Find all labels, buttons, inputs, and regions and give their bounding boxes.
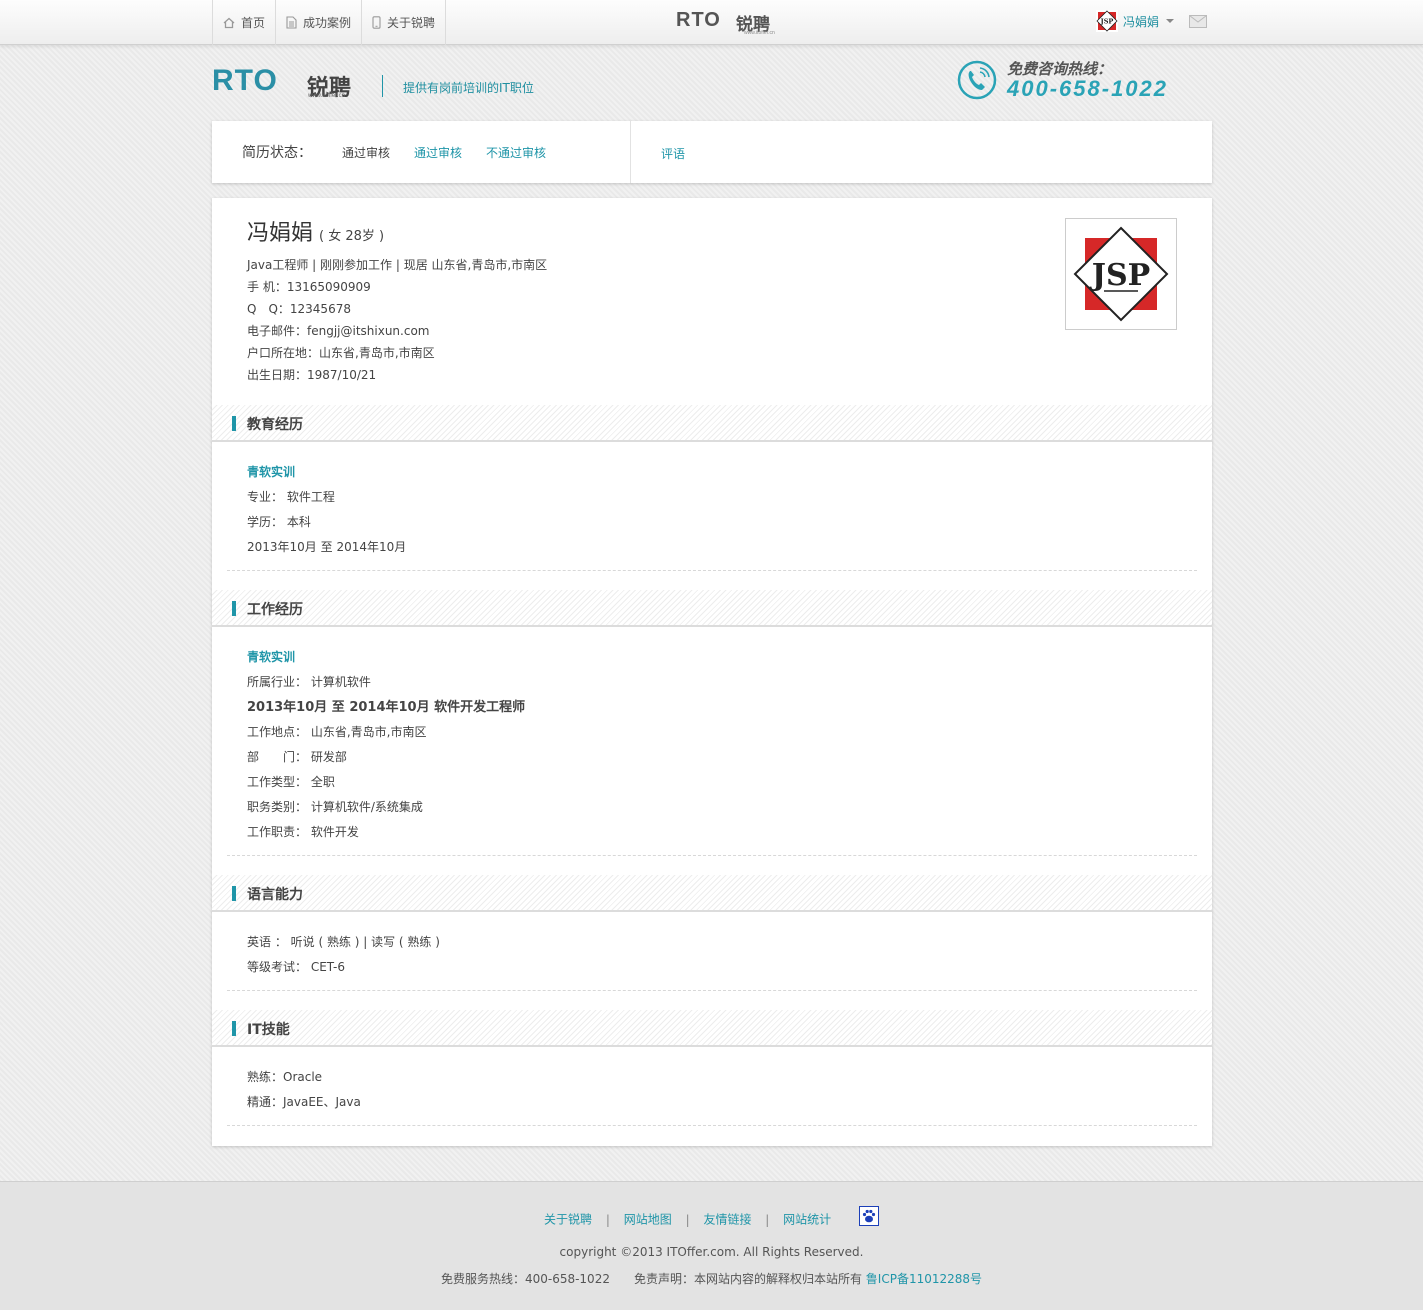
legal-line: 免费服务热线：400-658-1022 免责声明：本网站内容的解释权归本站所有 …	[0, 1270, 1423, 1287]
section-divider	[227, 990, 1197, 991]
profile-birthday: 出生日期：1987/10/21	[247, 368, 377, 382]
section-marker	[232, 416, 236, 431]
education-section-header: 教育经历	[212, 405, 1212, 442]
footer-link-stats[interactable]: 网站统计	[783, 1213, 831, 1227]
footer-links: 关于锐聘 | 网站地图 | 友情链接 | 网站统计	[0, 1206, 1423, 1230]
work-industry: 所属行业： 计算机软件	[247, 675, 371, 689]
education-period: 2013年10月 至 2014年10月	[247, 540, 407, 554]
footer-link-about[interactable]: 关于锐聘	[544, 1213, 592, 1227]
language-body: 英语 ： 听说 ( 熟练 ) | 读写 ( 熟练 ) 等级考试： CET-6	[247, 930, 440, 980]
phone-icon	[372, 16, 381, 29]
profile-qq: Q Q：12345678	[247, 302, 351, 316]
user-menu[interactable]: JSP 冯娟娟	[1096, 10, 1175, 32]
section-marker	[232, 886, 236, 901]
work-duty: 工作职责： 软件开发	[247, 825, 359, 839]
legal-text: 免费服务热线：400-658-1022 免责声明：本网站内容的解释权归本站所有	[440, 1272, 862, 1286]
jsp-logo-icon: JSP	[1073, 226, 1169, 322]
document-icon	[286, 16, 297, 29]
photo-text: JSP	[1089, 258, 1150, 293]
nav-about[interactable]: 关于锐聘	[362, 0, 447, 45]
chevron-down-icon	[1166, 19, 1175, 23]
nav-success-cases-label: 成功案例	[303, 16, 352, 30]
footer-separator: |	[685, 1212, 690, 1227]
profile-header: 冯娟娟 ( 女 28岁 )	[247, 215, 384, 247]
language-exam: 等级考试： CET-6	[247, 960, 345, 974]
footer-link-friends[interactable]: 友情链接	[703, 1213, 751, 1227]
skills-proficient: 熟练：Oracle	[247, 1070, 323, 1084]
home-icon	[223, 17, 235, 28]
candidate-photo: JSP	[1065, 218, 1177, 330]
nav-home[interactable]: 首页	[213, 0, 277, 45]
skills-title: IT技能	[247, 1022, 290, 1038]
work-location: 工作地点： 山东省,青岛市,市南区	[247, 725, 427, 739]
profile-email: 电子邮件：fengjj@itshixun.com	[247, 324, 430, 338]
education-body: 青软实训 专业： 软件工程 学历： 本科 2013年10月 至 2014年10月	[247, 460, 406, 560]
section-marker	[232, 1021, 236, 1036]
top-logo-text: RTO	[676, 9, 721, 31]
profile-mobile: 手 机：13165090909	[247, 280, 371, 294]
brand-logo[interactable]: RTO 锐聘 www.itoffer.cn	[212, 64, 382, 102]
skills-section-header: IT技能	[212, 1010, 1212, 1047]
top-logo-url: www.itoffer.cn	[744, 30, 775, 36]
resume-status-card: 简历状态： 通过审核 通过审核 不通过审核 评语	[212, 121, 1212, 183]
resume-card: 冯娟娟 ( 女 28岁 ) Java工程师 | 刚刚参加工作 | 现居 山东省,…	[212, 198, 1212, 1146]
phone-call-icon	[957, 60, 997, 100]
icp-link[interactable]: 鲁ICP备11012288号	[866, 1272, 982, 1286]
status-options: 简历状态： 通过审核 通过审核 不通过审核	[212, 121, 631, 183]
section-divider	[227, 570, 1197, 571]
comment-link[interactable]: 评语	[661, 145, 685, 162]
skills-body: 熟练：Oracle 精通：JavaEE、Java	[247, 1065, 361, 1115]
hotline: 免费咨询热线： 400-658-1022	[957, 58, 1217, 102]
work-body: 青软实训 所属行业： 计算机软件 2013年10月 至 2014年10月 软件开…	[247, 645, 525, 845]
hotline-number: 400-658-1022	[1007, 76, 1169, 101]
approve-link[interactable]: 通过审核	[414, 144, 462, 161]
section-divider	[227, 1125, 1197, 1126]
section-divider	[227, 855, 1197, 856]
work-title: 工作经历	[247, 602, 303, 618]
section-marker	[232, 601, 236, 616]
user-avatar-icon: JSP	[1096, 10, 1118, 32]
education-org[interactable]: 青软实训	[247, 465, 295, 479]
work-section-header: 工作经历	[212, 590, 1212, 627]
work-department: 部 门： 研发部	[247, 750, 347, 764]
work-type: 工作类型： 全职	[247, 775, 335, 789]
candidate-meta: ( 女 28岁 )	[319, 229, 385, 244]
skills-expert: 精通：JavaEE、Java	[247, 1095, 361, 1109]
work-org[interactable]: 青软实训	[247, 650, 295, 664]
brand-divider	[382, 75, 383, 97]
education-major: 专业： 软件工程	[247, 490, 335, 504]
language-section-header: 语言能力	[212, 875, 1212, 912]
nav-home-label: 首页	[241, 16, 266, 30]
top-logo[interactable]: RTO 锐聘 www.itoffer.cn	[676, 9, 792, 36]
work-category: 职务类别： 计算机软件/系统集成	[247, 800, 423, 814]
baidu-paw-icon[interactable]	[859, 1206, 879, 1226]
footer-separator: |	[765, 1212, 770, 1227]
user-name: 冯娟娟	[1123, 14, 1160, 29]
status-label: 简历状态：	[242, 145, 312, 161]
nav-success-cases[interactable]: 成功案例	[276, 0, 363, 45]
reject-link[interactable]: 不通过审核	[486, 144, 546, 161]
candidate-name: 冯娟娟	[247, 221, 314, 246]
profile-hukou: 户口所在地：山东省,青岛市,市南区	[247, 346, 435, 360]
profile-info: Java工程师 | 刚刚参加工作 | 现居 山东省,青岛市,市南区 手 机：13…	[247, 254, 547, 386]
top-nav: 首页 成功案例 关于锐聘	[212, 0, 447, 45]
top-navbar: 首页 成功案例 关于锐聘 RTO 锐聘 www.itoffer.cn JSP 冯…	[0, 0, 1423, 45]
footer-separator: |	[605, 1212, 610, 1227]
footer-link-sitemap[interactable]: 网站地图	[624, 1213, 672, 1227]
slogan: 提供有岗前培训的IT职位	[403, 81, 534, 95]
education-degree: 学历： 本科	[247, 515, 311, 529]
nav-about-label: 关于锐聘	[387, 16, 436, 30]
brand-logo-text: RTO	[212, 64, 278, 97]
footer: 关于锐聘 | 网站地图 | 友情链接 | 网站统计 copyright ©201…	[0, 1181, 1423, 1310]
mail-icon[interactable]	[1189, 15, 1207, 28]
svg-text:JSP: JSP	[1100, 18, 1114, 26]
copyright: copyright ©2013 ITOffer.com. All Rights …	[559, 1245, 864, 1259]
education-title: 教育经历	[247, 417, 303, 433]
work-period-title: 2013年10月 至 2014年10月 软件开发工程师	[247, 700, 526, 715]
status-current: 通过审核	[342, 145, 391, 160]
language-title: 语言能力	[247, 887, 303, 903]
profile-summary: Java工程师 | 刚刚参加工作 | 现居 山东省,青岛市,市南区	[247, 258, 548, 272]
brand-logo-url: www.itoffer.cn	[308, 93, 345, 99]
language-english: 英语 ： 听说 ( 熟练 ) | 读写 ( 熟练 )	[247, 935, 440, 949]
